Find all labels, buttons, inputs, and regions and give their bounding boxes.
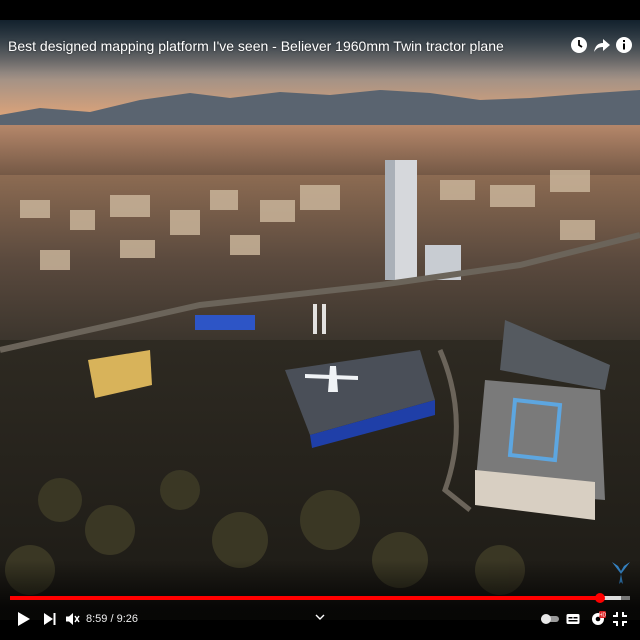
pause-indicator-icon [313,304,329,334]
autoplay-toggle-icon[interactable] [540,613,560,625]
controls-gradient [0,560,640,640]
share-arrow-icon[interactable] [593,36,611,54]
video-title[interactable]: Best designed mapping platform I've seen… [8,38,504,54]
info-icon[interactable] [615,36,633,54]
progress-bar[interactable] [10,593,630,603]
play-icon[interactable] [18,612,30,626]
clock-icon[interactable] [570,36,588,54]
video-player: Best designed mapping platform I've seen… [0,0,640,640]
progress-played [10,596,601,600]
chevron-down-icon[interactable] [315,614,325,620]
volume-muted-icon[interactable] [66,612,80,626]
letterbox-top [0,0,640,20]
time-total: 9:26 [116,613,139,625]
next-icon[interactable] [44,613,56,625]
video-frame[interactable] [0,20,640,620]
svg-text:HD: HD [599,613,606,619]
subtitles-icon[interactable] [566,612,580,626]
time-separator: / [107,613,117,625]
time-current: 8:59 [86,613,108,625]
time-display: 8:59 / 9:26 [86,613,138,625]
title-overlay: Best designed mapping platform I've seen… [0,20,640,80]
exit-fullscreen-icon[interactable] [613,612,627,626]
settings-gear-icon[interactable]: HD [590,611,606,627]
